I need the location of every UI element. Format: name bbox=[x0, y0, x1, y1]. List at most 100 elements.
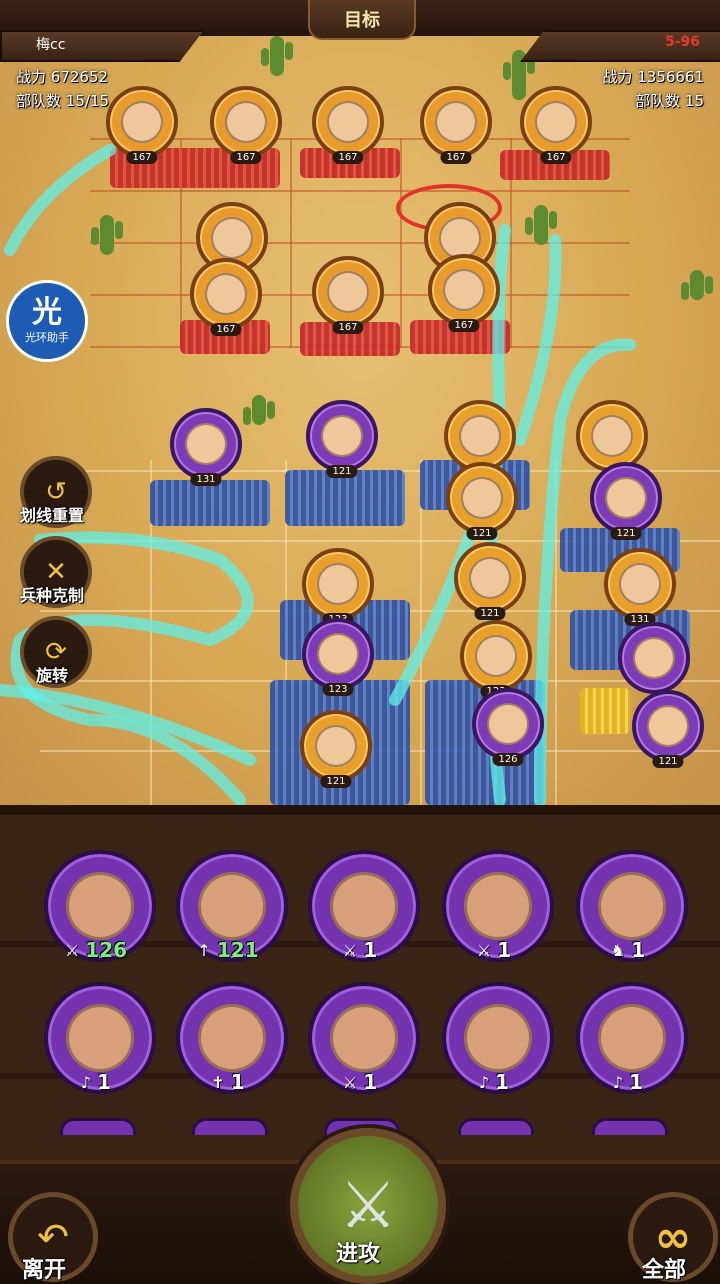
ally-unit[interactable]: 121 bbox=[590, 462, 662, 540]
roster-card[interactable]: ⚔ 1 bbox=[304, 980, 420, 1094]
unit-portrait bbox=[225, 101, 267, 143]
roster-card[interactable]: ♪ 1 bbox=[40, 980, 156, 1094]
sword-icon: ⚔ bbox=[476, 940, 492, 960]
roster-card[interactable]: ⚔ 126 bbox=[40, 848, 156, 962]
enemy-unit[interactable]: 167 bbox=[190, 258, 262, 336]
ally-unit[interactable]: 121 bbox=[446, 462, 518, 540]
roster-count: 1 bbox=[629, 1070, 644, 1094]
unit-portrait bbox=[535, 101, 577, 143]
enemy-unit[interactable]: 167 bbox=[210, 86, 282, 164]
cavalry-icon: ♞ bbox=[610, 940, 626, 960]
unit-portrait bbox=[475, 635, 517, 677]
unit-count: 167 bbox=[332, 321, 364, 334]
roster-card[interactable]: ♪ 1 bbox=[438, 980, 554, 1094]
player-power: 战力 672652 bbox=[16, 68, 109, 86]
roster-count: 1 bbox=[363, 1070, 378, 1094]
roster-card-peek bbox=[458, 1118, 534, 1135]
unit-count: 126 bbox=[492, 753, 524, 766]
unit-portrait bbox=[317, 633, 359, 675]
enemy-unit[interactable]: 167 bbox=[106, 86, 178, 164]
enemy-unit[interactable]: 167 bbox=[428, 254, 500, 332]
unit-count: 167 bbox=[540, 151, 572, 164]
unit-count: 131 bbox=[190, 473, 222, 486]
roster-card[interactable]: ⚔ 1 bbox=[304, 848, 420, 962]
reset-lines-label: 划线重置 bbox=[19, 506, 84, 525]
magic-icon: ♪ bbox=[612, 1072, 624, 1092]
counter-chart-label: 兵种克制 bbox=[19, 586, 84, 605]
unit-portrait bbox=[461, 477, 503, 519]
magic-icon: ♪ bbox=[478, 1072, 490, 1092]
target-tab[interactable]: 目标 bbox=[308, 0, 416, 40]
unit-portrait bbox=[459, 415, 501, 457]
crossed-swords-icon: ⚔ bbox=[339, 1169, 397, 1243]
roster-card[interactable]: ↑ 121 bbox=[172, 848, 288, 962]
unit-portrait bbox=[185, 423, 227, 465]
roster-card[interactable]: ♞ 1 bbox=[572, 848, 688, 962]
unit-portrait bbox=[591, 415, 633, 457]
roster-card-peek bbox=[60, 1118, 136, 1135]
unit-portrait bbox=[633, 637, 675, 679]
roster-count: 1 bbox=[363, 938, 378, 962]
unit-portrait bbox=[121, 101, 163, 143]
battlefield[interactable]: 167 167 167 167 167 167 167 167 167 167 … bbox=[0, 0, 720, 805]
unit-portrait bbox=[439, 217, 481, 259]
target-label: 目标 bbox=[344, 10, 380, 31]
ally-unit[interactable]: 126 bbox=[472, 688, 544, 766]
ally-unit[interactable]: 121 bbox=[300, 710, 372, 788]
roster-count: 121 bbox=[216, 938, 259, 962]
ally-unit[interactable]: 131 bbox=[170, 408, 242, 486]
player-name: 梅cc bbox=[36, 37, 66, 53]
ally-unit[interactable]: 121 bbox=[306, 400, 378, 478]
enemy-stage: 5-96 bbox=[664, 34, 700, 50]
attack-label: 进攻 bbox=[336, 1242, 381, 1267]
sword-icon: ⚔ bbox=[342, 940, 358, 960]
player-troop-count: 部队数 15/15 bbox=[16, 92, 110, 110]
sword-icon: ⚔ bbox=[342, 1072, 358, 1092]
ally-unit[interactable]: 131 bbox=[604, 548, 676, 626]
unit-portrait bbox=[435, 101, 477, 143]
unit-portrait bbox=[327, 271, 369, 313]
halo-assistant-glyph: 光 bbox=[32, 295, 62, 330]
unit-portrait bbox=[443, 269, 485, 311]
enemy-unit[interactable]: 167 bbox=[520, 86, 592, 164]
unit-portrait bbox=[619, 563, 661, 605]
unit-portrait bbox=[605, 477, 647, 519]
unit-portrait bbox=[327, 101, 369, 143]
ally-unit[interactable]: 121 bbox=[632, 690, 704, 768]
roster-count: 1 bbox=[497, 938, 512, 962]
unit-count: 121 bbox=[610, 527, 642, 540]
ally-unit[interactable]: 123 bbox=[302, 548, 374, 626]
roster-card[interactable]: ✝ 1 bbox=[172, 980, 288, 1094]
enemy-unit[interactable]: 167 bbox=[312, 86, 384, 164]
unit-count: 167 bbox=[448, 319, 480, 332]
unit-portrait bbox=[315, 725, 357, 767]
unit-portrait bbox=[321, 415, 363, 457]
magic-icon: ♪ bbox=[80, 1072, 92, 1092]
unit-portrait bbox=[647, 705, 689, 747]
enemy-unit[interactable]: 167 bbox=[420, 86, 492, 164]
unit-count: 167 bbox=[440, 151, 472, 164]
roster-card[interactable]: ♪ 1 bbox=[572, 980, 688, 1094]
roster-count: 1 bbox=[631, 938, 646, 962]
roster-card[interactable]: ⚔ 1 bbox=[438, 848, 554, 962]
ally-unit[interactable]: 121 bbox=[454, 542, 526, 620]
unit-portrait bbox=[205, 273, 247, 315]
player-bar bbox=[0, 30, 204, 62]
halo-assistant-button[interactable]: 光 光环助手 bbox=[6, 280, 88, 362]
halo-assistant-label: 光环助手 bbox=[25, 331, 69, 344]
all-label: 全部 bbox=[642, 1258, 687, 1283]
unit-portrait bbox=[211, 217, 253, 259]
spear-icon: ↑ bbox=[197, 940, 211, 960]
unit-count: 121 bbox=[466, 527, 498, 540]
ally-unit[interactable] bbox=[576, 400, 648, 472]
unit-portrait bbox=[487, 703, 529, 745]
ally-unit[interactable]: 123 bbox=[302, 618, 374, 696]
roster-count: 1 bbox=[495, 1070, 510, 1094]
enemy-unit[interactable]: 167 bbox=[312, 256, 384, 334]
unit-count: 121 bbox=[320, 775, 352, 788]
sword-icon: ⚔ bbox=[64, 940, 80, 960]
ally-unit[interactable] bbox=[618, 622, 690, 694]
rotate-label: 旋转 bbox=[35, 666, 68, 685]
ally-unit[interactable]: 123 bbox=[460, 620, 532, 698]
unit-count: 167 bbox=[210, 323, 242, 336]
